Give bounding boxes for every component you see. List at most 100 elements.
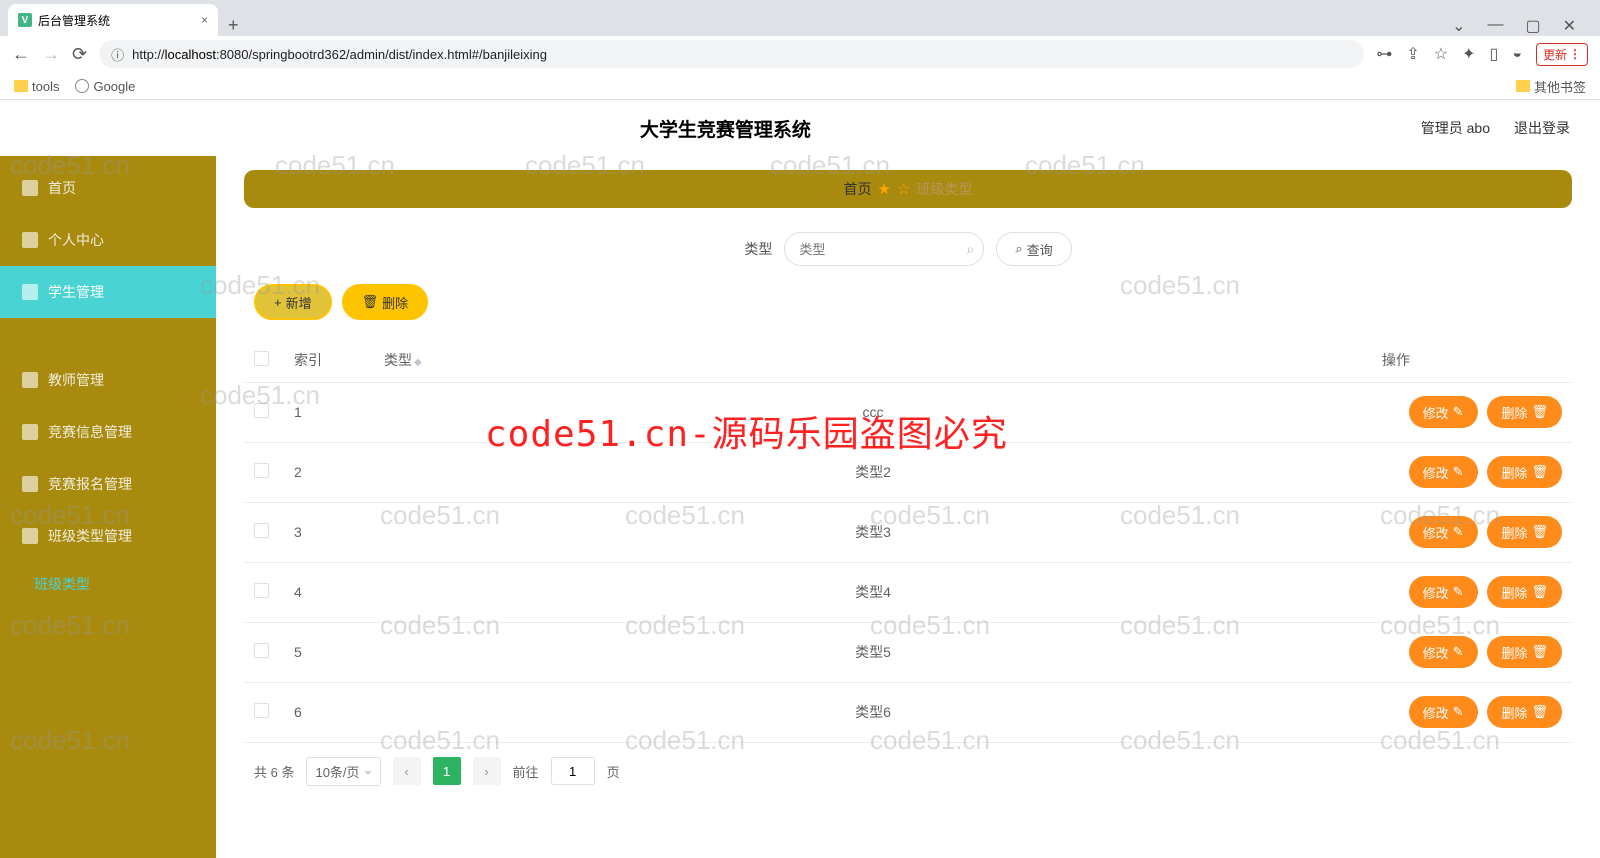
url-text: http://localhost:8080/springbootrd362/ad… bbox=[132, 47, 547, 62]
cell-type: 类型6 bbox=[374, 682, 1372, 742]
sort-icon: ◆ bbox=[414, 357, 422, 368]
folder-icon bbox=[1516, 80, 1530, 92]
sidebar-item-label: 个人中心 bbox=[48, 230, 104, 250]
cell-type: ccc bbox=[374, 382, 1372, 442]
tab-bar: V 后台管理系统 × + ⌄ — ▢ ✕ bbox=[0, 0, 1600, 36]
row-delete-button[interactable]: 删除 🗑 bbox=[1487, 576, 1562, 608]
browser-tab[interactable]: V 后台管理系统 × bbox=[8, 4, 218, 36]
page-title: 大学生竞赛管理系统 bbox=[30, 115, 1421, 142]
sidebar-item-competition[interactable]: 竞赛信息管理 bbox=[0, 406, 216, 458]
next-page-button[interactable]: › bbox=[473, 757, 501, 785]
forward-icon[interactable]: → bbox=[42, 44, 60, 65]
sidebar-item-profile[interactable]: 个人中心 bbox=[0, 214, 216, 266]
close-window-icon[interactable]: ✕ bbox=[1563, 16, 1576, 36]
logout-link[interactable]: 退出登录 bbox=[1514, 118, 1570, 138]
trash-icon: 🗑 bbox=[1531, 524, 1548, 540]
edit-button[interactable]: 修改 ✎ bbox=[1409, 636, 1478, 668]
row-checkbox[interactable] bbox=[254, 463, 269, 478]
cell-index: 4 bbox=[284, 562, 374, 622]
cell-index: 6 bbox=[284, 682, 374, 742]
edit-icon: ✎ bbox=[1453, 584, 1464, 600]
folder-icon bbox=[14, 80, 28, 92]
sidebar-subitem-classtype[interactable]: 班级类型 bbox=[0, 562, 216, 606]
signup-icon bbox=[22, 476, 38, 492]
dropdown-icon[interactable]: ⌄ bbox=[1452, 16, 1465, 36]
page-size-select[interactable]: 10条/页 ⌄ bbox=[306, 757, 380, 786]
row-delete-button[interactable]: 删除 🗑 bbox=[1487, 456, 1562, 488]
trash-icon: 🗑 bbox=[1531, 404, 1548, 420]
cell-index: 5 bbox=[284, 622, 374, 682]
edit-icon: ✎ bbox=[1453, 404, 1464, 420]
breadcrumb: 首页 ★☆ 班级类型 bbox=[244, 170, 1572, 208]
row-checkbox[interactable] bbox=[254, 703, 269, 718]
profile-icon[interactable]: ◒ bbox=[1512, 45, 1522, 63]
close-icon[interactable]: × bbox=[201, 13, 208, 27]
cell-type: 类型5 bbox=[374, 622, 1372, 682]
extension-icon[interactable]: ✦ bbox=[1462, 44, 1475, 64]
vue-icon: V bbox=[18, 13, 32, 27]
app-root: 大学生竞赛管理系统 管理员 abo 退出登录 首页 个人中心 学生管理 教师管理… bbox=[0, 100, 1600, 858]
row-checkbox[interactable] bbox=[254, 583, 269, 598]
sidebar-item-label: 首页 bbox=[48, 178, 76, 198]
sidebar-item-home[interactable]: 首页 bbox=[0, 162, 216, 214]
edit-button[interactable]: 修改 ✎ bbox=[1409, 696, 1478, 728]
student-icon bbox=[22, 284, 38, 300]
breadcrumb-home[interactable]: 首页 bbox=[844, 179, 872, 199]
key-icon[interactable]: ⊶ bbox=[1376, 44, 1392, 64]
trash-icon: 🗑 bbox=[1531, 704, 1548, 720]
panel-icon[interactable]: ▯ bbox=[1490, 44, 1499, 64]
page-1-button[interactable]: 1 bbox=[433, 757, 461, 785]
bookmark-tools[interactable]: tools bbox=[14, 79, 59, 94]
star-icon: ☆ bbox=[897, 180, 910, 198]
table-row: 2 类型2 修改 ✎ 删除 🗑 bbox=[244, 442, 1572, 502]
sidebar-item-classtype[interactable]: 班级类型管理 bbox=[0, 510, 216, 562]
row-checkbox[interactable] bbox=[254, 403, 269, 418]
bookmark-google[interactable]: Google bbox=[75, 79, 135, 94]
edit-button[interactable]: 修改 ✎ bbox=[1409, 576, 1478, 608]
query-button[interactable]: ⌕查询 bbox=[996, 232, 1071, 266]
url-input[interactable]: ⓘ http://localhost:8080/springbootrd362/… bbox=[99, 40, 1364, 68]
cell-type: 类型4 bbox=[374, 562, 1372, 622]
pagination: 共 6 条 10条/页 ⌄ ‹ 1 › 前往 页 bbox=[244, 757, 1572, 786]
delete-button[interactable]: 🗑删除 bbox=[342, 284, 429, 320]
browser-chrome: V 后台管理系统 × + ⌄ — ▢ ✕ ← → ⟳ ⓘ http://loca… bbox=[0, 0, 1600, 100]
share-icon[interactable]: ⇪ bbox=[1406, 44, 1419, 64]
row-delete-button[interactable]: 删除 🗑 bbox=[1487, 636, 1562, 668]
new-tab-button[interactable]: + bbox=[218, 15, 249, 36]
address-bar: ← → ⟳ ⓘ http://localhost:8080/springboot… bbox=[0, 36, 1600, 72]
select-all-checkbox[interactable] bbox=[254, 351, 269, 366]
edit-button[interactable]: 修改 ✎ bbox=[1409, 516, 1478, 548]
row-delete-button[interactable]: 删除 🗑 bbox=[1487, 396, 1562, 428]
edit-button[interactable]: 修改 ✎ bbox=[1409, 456, 1478, 488]
maximize-icon[interactable]: ▢ bbox=[1525, 16, 1540, 36]
sidebar-item-students[interactable]: 学生管理 bbox=[0, 266, 216, 318]
class-icon bbox=[22, 528, 38, 544]
minimize-icon[interactable]: — bbox=[1487, 16, 1503, 36]
row-delete-button[interactable]: 删除 🗑 bbox=[1487, 696, 1562, 728]
sidebar-item-label: 教师管理 bbox=[48, 370, 104, 390]
back-icon[interactable]: ← bbox=[12, 44, 30, 65]
goto-input[interactable] bbox=[551, 757, 595, 785]
reload-icon[interactable]: ⟳ bbox=[72, 44, 87, 65]
star-icon[interactable]: ☆ bbox=[1434, 44, 1448, 64]
bookmark-other[interactable]: 其他书签 bbox=[1516, 77, 1586, 96]
col-type[interactable]: 类型◆ bbox=[374, 338, 1372, 382]
edit-icon: ✎ bbox=[1453, 704, 1464, 720]
home-icon bbox=[22, 180, 38, 196]
edit-button[interactable]: 修改 ✎ bbox=[1409, 396, 1478, 428]
prev-page-button[interactable]: ‹ bbox=[393, 757, 421, 785]
row-checkbox[interactable] bbox=[254, 523, 269, 538]
search-row: 类型 ⌕ ⌕查询 bbox=[244, 232, 1572, 266]
sidebar-item-signup[interactable]: 竞赛报名管理 bbox=[0, 458, 216, 510]
row-checkbox[interactable] bbox=[254, 643, 269, 658]
table-row: 3 类型3 修改 ✎ 删除 🗑 bbox=[244, 502, 1572, 562]
search-input[interactable] bbox=[784, 232, 984, 266]
globe-icon bbox=[75, 79, 89, 93]
row-delete-button[interactable]: 删除 🗑 bbox=[1487, 516, 1562, 548]
sidebar-item-teachers[interactable]: 教师管理 bbox=[0, 354, 216, 406]
sidebar-item-label: 学生管理 bbox=[48, 282, 104, 302]
trophy-icon bbox=[22, 424, 38, 440]
add-button[interactable]: +新增 bbox=[254, 284, 332, 320]
update-button[interactable]: 更新 ⋮ bbox=[1536, 43, 1588, 66]
tab-title: 后台管理系统 bbox=[38, 12, 110, 29]
